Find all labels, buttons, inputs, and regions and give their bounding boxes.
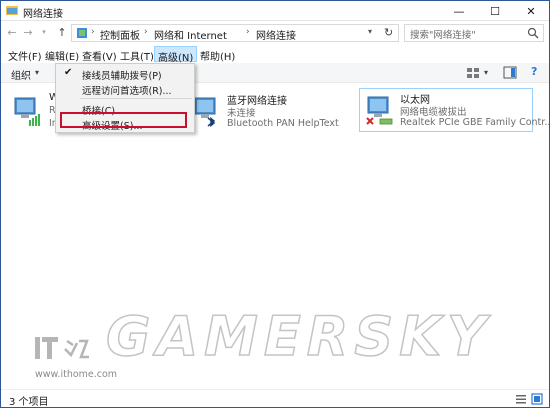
menu-advanced[interactable]: 高级(N) bbox=[154, 46, 198, 64]
organize-button[interactable]: 组织 bbox=[11, 67, 31, 82]
title-bar: 网络连接 — ☐ ✕ bbox=[1, 1, 549, 21]
breadcrumb-separator: › bbox=[91, 27, 95, 37]
back-arrow-icon[interactable]: ← bbox=[5, 25, 19, 39]
breadcrumb-separator: › bbox=[144, 27, 148, 37]
menu-view[interactable]: 查看(V) bbox=[79, 46, 120, 63]
gamersky-watermark: GAMERSKY bbox=[106, 309, 492, 365]
maximize-button[interactable]: ☐ bbox=[477, 1, 513, 21]
search-input[interactable]: 搜索"网络连接" bbox=[404, 24, 544, 42]
ithome-url: www.ithome.com bbox=[35, 369, 118, 380]
network-connections-window: 网络连接 — ☐ ✕ ← → ▾ ↑ › 控制面板 › 网络和 Internet… bbox=[0, 0, 550, 408]
close-button[interactable]: ✕ bbox=[513, 1, 549, 21]
breadcrumb-network-internet[interactable]: 网络和 Internet bbox=[154, 27, 227, 42]
menu-edit[interactable]: 编辑(E) bbox=[42, 46, 82, 63]
menu-item-label: 远程访问首选项(R)... bbox=[82, 86, 172, 97]
menu-divider bbox=[80, 98, 192, 99]
view-options-dropdown-icon[interactable]: ▾ bbox=[484, 68, 498, 81]
connection-device: Realtek PCIe GBE Family Contr... bbox=[400, 117, 550, 128]
menu-help[interactable]: 帮助(H) bbox=[197, 46, 238, 63]
checkmark-icon: ✔ bbox=[64, 67, 73, 78]
preview-pane-icon[interactable] bbox=[503, 66, 517, 79]
menu-tools[interactable]: 工具(T) bbox=[117, 46, 157, 63]
menu-item-operator-assisted-dialing[interactable]: ✔ 接线员辅助拨号(P) bbox=[57, 66, 193, 82]
menu-bar: 文件(F) 编辑(E) 查看(V) 工具(T) 高级(N) 帮助(H) bbox=[1, 45, 549, 64]
wifi-adapter-icon bbox=[14, 97, 40, 126]
change-view-icon[interactable] bbox=[466, 66, 480, 79]
status-bar: 3 个项目 bbox=[1, 389, 549, 407]
menu-item-label: 接线员辅助拨号(P) bbox=[82, 71, 162, 82]
connection-status: 未连接 bbox=[227, 108, 256, 119]
breadcrumb-separator: › bbox=[246, 27, 250, 37]
forward-arrow-icon[interactable]: → bbox=[21, 25, 35, 39]
bluetooth-adapter-icon bbox=[194, 97, 216, 128]
refresh-icon[interactable]: ↻ bbox=[384, 26, 393, 39]
address-row: ← → ▾ ↑ › 控制面板 › 网络和 Internet › 网络连接 ▾ ↻… bbox=[1, 22, 549, 44]
address-bar[interactable]: › 控制面板 › 网络和 Internet › 网络连接 ▾ ↻ bbox=[71, 24, 399, 42]
up-arrow-icon[interactable]: ↑ bbox=[55, 25, 69, 39]
large-icons-view-icon[interactable] bbox=[531, 393, 543, 405]
menu-file[interactable]: 文件(F) bbox=[5, 46, 45, 63]
watermark-text: GAMERSKY bbox=[106, 309, 492, 365]
window-title: 网络连接 bbox=[23, 9, 63, 20]
item-count: 3 个项目 bbox=[9, 397, 49, 408]
network-folder-icon bbox=[6, 6, 18, 15]
highlight-box bbox=[60, 112, 187, 128]
search-placeholder: 搜索"网络连接" bbox=[410, 30, 476, 41]
minimize-button[interactable]: — bbox=[441, 1, 477, 21]
control-panel-icon bbox=[77, 28, 87, 38]
menu-item-remote-access-preferences[interactable]: 远程访问首选项(R)... bbox=[57, 81, 193, 97]
organize-dropdown-icon[interactable]: ▾ bbox=[35, 68, 39, 77]
connection-item-bluetooth[interactable]: 蓝牙网络连接 未连接 Bluetooth PAN HelpText bbox=[187, 90, 345, 134]
breadcrumb-network-connections[interactable]: 网络连接 bbox=[256, 27, 296, 42]
connection-status: 网络电缆被拔出 bbox=[400, 107, 467, 118]
details-view-icon[interactable] bbox=[515, 393, 527, 405]
connection-device: Bluetooth PAN HelpText bbox=[227, 118, 339, 129]
connection-item-ethernet[interactable]: 以太网 网络电缆被拔出 Realtek PCIe GBE Family Cont… bbox=[359, 88, 549, 132]
ithome-logo bbox=[35, 337, 89, 359]
help-icon[interactable]: ? bbox=[531, 65, 545, 78]
recent-locations-icon[interactable]: ▾ bbox=[37, 25, 51, 39]
ethernet-adapter-icon bbox=[366, 96, 393, 125]
search-icon[interactable] bbox=[527, 27, 539, 39]
breadcrumb-control-panel[interactable]: 控制面板 bbox=[100, 27, 140, 42]
address-dropdown-icon[interactable]: ▾ bbox=[368, 27, 372, 36]
